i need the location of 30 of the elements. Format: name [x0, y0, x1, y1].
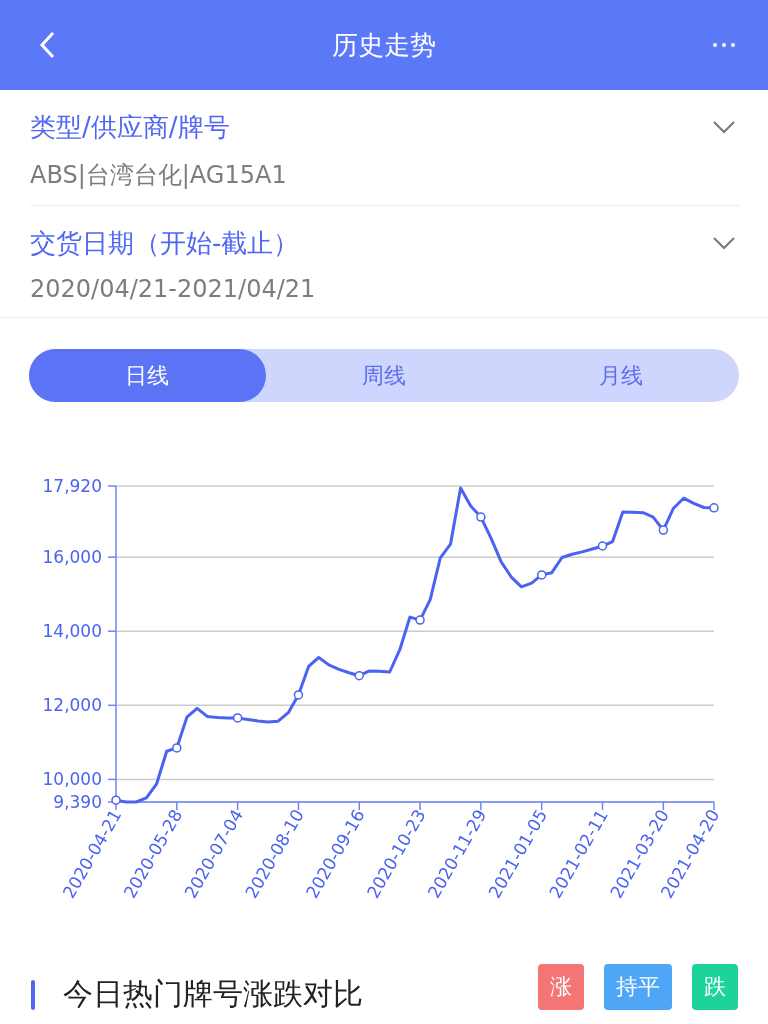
y-tick-label: 12,000: [42, 695, 102, 716]
legend-tag: 跌: [692, 964, 738, 1010]
filter-value: 2020/04/21-2021/04/21: [30, 275, 316, 303]
section-title: 今日热门牌号涨跌对比: [63, 975, 363, 1013]
filter-label: 交货日期（开始-截止）: [30, 227, 301, 260]
y-tick-label: 14,000: [42, 621, 102, 642]
data-point: [354, 670, 364, 681]
section-marker: [31, 980, 35, 1010]
legend-tag: 涨: [538, 964, 584, 1010]
data-point: [415, 615, 425, 625]
period-tab[interactable]: 日线: [29, 349, 266, 402]
period-tab[interactable]: 周线: [265, 349, 503, 402]
filter-value: ABS|台湾台化|AG15A1: [30, 160, 287, 191]
data-point: [658, 525, 669, 535]
data-point: [536, 570, 547, 580]
data-point: [172, 743, 182, 753]
data-point: [111, 795, 121, 805]
data-point: [293, 690, 304, 700]
legend-tag: 持平: [604, 964, 672, 1010]
filter-label: 类型/供应商/牌号: [30, 111, 231, 144]
data-point: [476, 512, 486, 522]
period-tab[interactable]: 月线: [502, 349, 739, 402]
page-title: 历史走势: [332, 28, 436, 62]
data-point: [232, 713, 243, 723]
y-tick-label: 16,000: [42, 547, 102, 568]
y-tick-label: 9,390: [53, 792, 102, 812]
y-tick-label: 17,920: [42, 476, 102, 496]
data-point: [709, 503, 719, 513]
data-point: [597, 541, 608, 551]
y-tick-label: 10,000: [42, 769, 102, 790]
